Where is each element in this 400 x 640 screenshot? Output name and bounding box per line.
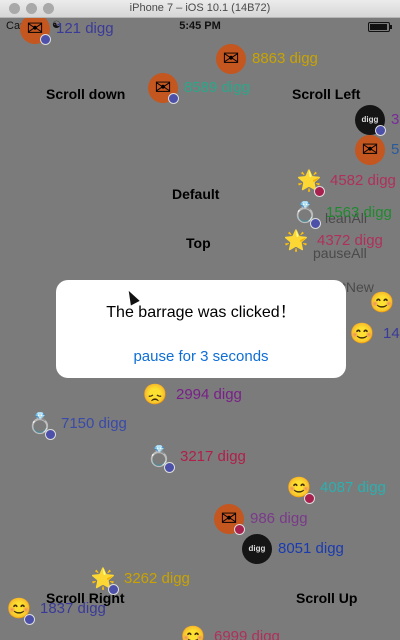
window-title: iPhone 7 – iOS 10.1 (14B72)	[129, 2, 271, 14]
pause-for-3-seconds-button[interactable]: pause for 3 seconds	[56, 348, 346, 365]
device-screen: Carrier ☯ 5:45 PM Scroll down Scroll Lef…	[0, 18, 400, 640]
alert-dialog: The barrage was clicked！ pause for 3 sec…	[56, 280, 346, 378]
alert-title: The barrage was clicked！	[106, 304, 296, 321]
simulator-title-bar: iPhone 7 – iOS 10.1 (14B72)	[0, 0, 400, 18]
